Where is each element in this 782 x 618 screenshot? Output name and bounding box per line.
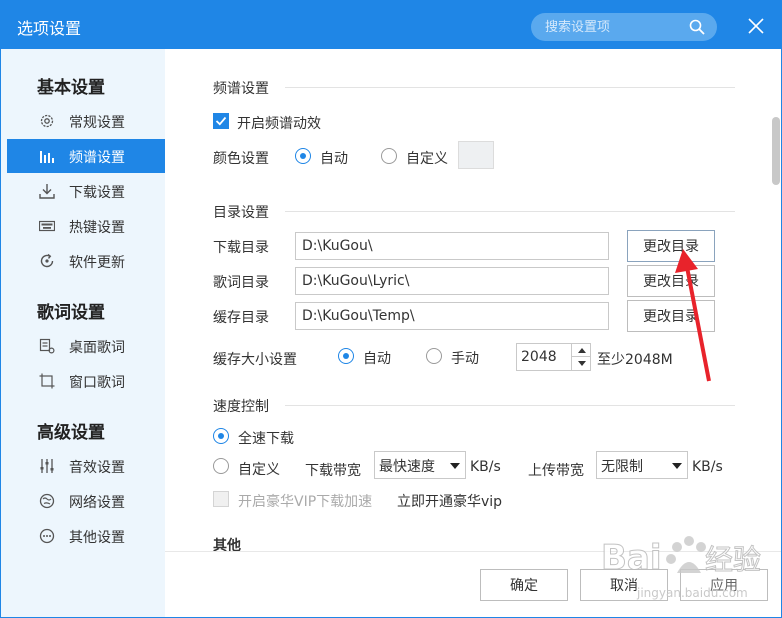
sidebar-item-label: 软件更新 bbox=[69, 255, 125, 271]
sidebar-item-label: 常规设置 bbox=[69, 115, 125, 131]
network-icon bbox=[39, 493, 55, 509]
cache-dir-field[interactable] bbox=[295, 302, 609, 330]
sidebar-item-spectrum[interactable]: 频谱设置 bbox=[7, 139, 165, 173]
upload-bandwidth-select[interactable]: 无限制 bbox=[596, 451, 688, 479]
section-title-speed: 速度控制 bbox=[213, 399, 269, 415]
cache-auto-radio[interactable] bbox=[338, 348, 354, 364]
spectrum-enable-checkbox[interactable] bbox=[213, 113, 229, 129]
equalizer-icon bbox=[40, 459, 54, 473]
download-bandwidth-label: 下载带宽 bbox=[305, 463, 361, 479]
color-auto-radio[interactable] bbox=[295, 148, 311, 164]
sidebar-item-network[interactable]: 网络设置 bbox=[7, 484, 165, 518]
checkmark-icon bbox=[215, 116, 227, 126]
color-auto-label: 自动 bbox=[320, 151, 348, 167]
sidebar-item-label: 网络设置 bbox=[69, 495, 125, 511]
sidebar-item-window-lyrics[interactable]: 窗口歌词 bbox=[7, 364, 165, 398]
settings-search-box[interactable] bbox=[531, 13, 717, 41]
title-bar: 选项设置 bbox=[1, 1, 781, 49]
svg-text:Bai: Bai bbox=[601, 538, 662, 578]
chevron-down-icon bbox=[672, 463, 682, 469]
sidebar-item-update[interactable]: 软件更新 bbox=[7, 244, 165, 278]
sidebar: 基本设置 常规设置 频谱设置 下载设置 热键设置 软件更新 歌词设置 桌面歌词 bbox=[1, 49, 165, 617]
svg-text:经验: 经验 bbox=[705, 543, 761, 576]
section-title-spectrum: 频谱设置 bbox=[213, 81, 269, 97]
sidebar-item-download[interactable]: 下载设置 bbox=[7, 174, 165, 208]
desktop-lyric-icon bbox=[39, 338, 55, 354]
cache-size-stepper[interactable] bbox=[516, 343, 591, 371]
stepper-up-icon[interactable] bbox=[571, 344, 591, 357]
svg-text:jingyan.baidu.com: jingyan.baidu.com bbox=[636, 586, 748, 600]
lyric-dir-label: 歌词目录 bbox=[213, 275, 269, 291]
download-unit-label: KB/s bbox=[470, 459, 501, 475]
cache-min-hint: 至少2048M bbox=[597, 352, 673, 368]
cache-size-label: 缓存大小设置 bbox=[213, 352, 297, 368]
custom-speed-label: 自定义 bbox=[238, 462, 280, 478]
color-swatch[interactable] bbox=[458, 141, 494, 169]
stepper-down-icon[interactable] bbox=[571, 357, 591, 370]
cache-manual-label: 手动 bbox=[451, 351, 479, 367]
upload-unit-label: KB/s bbox=[692, 459, 723, 475]
sidebar-group-advanced: 高级设置 bbox=[37, 423, 105, 443]
download-dir-field[interactable] bbox=[295, 232, 609, 260]
sidebar-item-label: 其他设置 bbox=[69, 530, 125, 546]
settings-window: 选项设置 基本设置 常规设置 频谱设置 下载设置 热键设置 软件更新 歌 bbox=[0, 0, 782, 618]
sidebar-item-desktop-lyrics[interactable]: 桌面歌词 bbox=[7, 329, 165, 363]
download-bandwidth-select[interactable]: 最快速度 bbox=[374, 451, 466, 479]
cache-dir-label: 缓存目录 bbox=[213, 310, 269, 326]
spectrum-icon bbox=[40, 151, 54, 163]
ok-button[interactable]: 确定 bbox=[480, 569, 568, 601]
upload-bandwidth-label: 上传带宽 bbox=[528, 463, 584, 479]
section-divider bbox=[285, 211, 735, 212]
open-vip-link[interactable]: 立即开通豪华vip bbox=[397, 491, 502, 511]
lyric-dir-field[interactable] bbox=[295, 267, 609, 295]
sidebar-item-sound-effects[interactable]: 音效设置 bbox=[7, 449, 165, 483]
more-icon bbox=[39, 528, 55, 544]
window-title: 选项设置 bbox=[17, 19, 82, 38]
vip-accelerate-label: 开启豪华VIP下载加速 bbox=[238, 494, 373, 510]
scrollbar-thumb[interactable] bbox=[772, 117, 780, 185]
download-bandwidth-value: 最快速度 bbox=[379, 459, 435, 475]
color-custom-label: 自定义 bbox=[406, 151, 448, 167]
sidebar-item-general[interactable]: 常规设置 bbox=[7, 104, 165, 138]
section-divider bbox=[285, 87, 735, 88]
sidebar-item-label: 音效设置 bbox=[69, 460, 125, 476]
sidebar-item-label: 窗口歌词 bbox=[69, 375, 125, 391]
section-title-other: 其他 bbox=[213, 538, 241, 551]
annotation-arrow-icon bbox=[675, 249, 711, 382]
download-icon bbox=[39, 184, 55, 199]
section-title-directories: 目录设置 bbox=[213, 205, 269, 221]
chevron-down-icon bbox=[450, 463, 460, 469]
vip-accelerate-checkbox[interactable] bbox=[213, 491, 229, 507]
upload-bandwidth-value: 无限制 bbox=[601, 459, 643, 475]
color-setting-label: 颜色设置 bbox=[213, 151, 269, 167]
sidebar-group-lyrics: 歌词设置 bbox=[37, 303, 105, 323]
section-divider bbox=[285, 405, 735, 406]
content-scrollbar[interactable] bbox=[767, 49, 781, 551]
cache-manual-radio[interactable] bbox=[426, 348, 442, 364]
custom-speed-radio[interactable] bbox=[213, 458, 229, 474]
sidebar-item-hotkeys[interactable]: 热键设置 bbox=[7, 209, 165, 243]
search-icon[interactable] bbox=[689, 19, 705, 35]
sidebar-item-label: 下载设置 bbox=[69, 185, 125, 201]
sidebar-item-label: 热键设置 bbox=[69, 220, 125, 236]
cache-size-input[interactable] bbox=[521, 347, 567, 367]
keyboard-icon bbox=[39, 220, 55, 232]
search-input[interactable] bbox=[545, 17, 685, 37]
full-speed-radio[interactable] bbox=[213, 428, 229, 444]
cache-auto-label: 自动 bbox=[363, 351, 391, 367]
window-lyric-icon bbox=[39, 373, 55, 389]
spectrum-enable-label: 开启频谱动效 bbox=[237, 116, 321, 132]
close-icon[interactable] bbox=[747, 17, 765, 35]
update-icon bbox=[40, 253, 54, 268]
download-dir-label: 下载目录 bbox=[213, 240, 269, 256]
sidebar-group-basic: 基本设置 bbox=[37, 78, 105, 98]
full-speed-label: 全速下载 bbox=[238, 431, 294, 447]
sidebar-item-label: 频谱设置 bbox=[69, 150, 125, 166]
sidebar-item-other[interactable]: 其他设置 bbox=[7, 519, 165, 553]
sidebar-item-label: 桌面歌词 bbox=[69, 340, 125, 356]
gear-icon bbox=[40, 114, 54, 128]
baidu-jingyan-watermark-icon: Bai 经验 jingyan.baidu.com bbox=[601, 536, 762, 600]
color-custom-radio[interactable] bbox=[381, 148, 397, 164]
